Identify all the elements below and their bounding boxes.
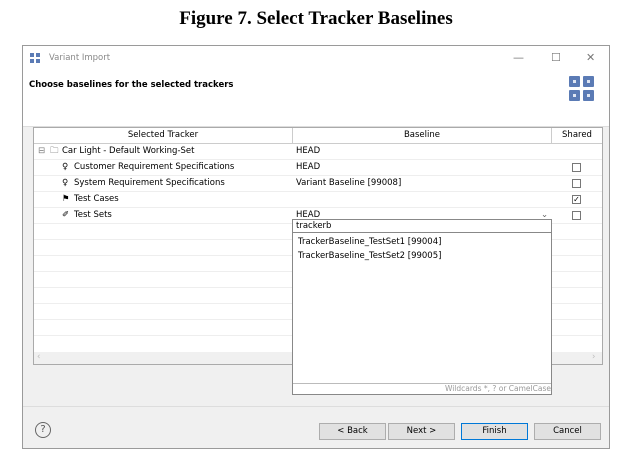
figure-title: Figure 7. Select Tracker Baselines: [179, 8, 453, 29]
filter-input[interactable]: trackerb: [293, 220, 551, 233]
flag-icon: ⚑: [62, 194, 70, 204]
title-bar: Variant Import — ☐ ✕: [23, 46, 609, 72]
lightbulb-icon: ♀: [62, 162, 69, 172]
wrench-icon: ✐: [62, 210, 70, 220]
app-icon: [30, 53, 40, 63]
lightbulb-icon: ♀: [62, 178, 69, 188]
shared-checkbox[interactable]: [572, 211, 581, 220]
help-button[interactable]: ?: [35, 422, 51, 438]
back-button[interactable]: < Back: [319, 423, 386, 440]
wizard-header: Choose baselines for the selected tracke…: [23, 72, 609, 127]
baseline-dropdown-popup: trackerb TrackerBaseline_TestSet1 [99004…: [292, 219, 552, 395]
scroll-left-icon[interactable]: ‹: [37, 352, 40, 362]
shared-checkbox[interactable]: [572, 179, 581, 188]
dropdown-option[interactable]: TrackerBaseline_TestSet1 [99004]: [298, 237, 441, 247]
table-row[interactable]: ♀ System Requirement Specifications Vari…: [34, 176, 602, 192]
dropdown-option[interactable]: TrackerBaseline_TestSet2 [99005]: [298, 251, 441, 261]
column-header-baseline[interactable]: Baseline: [293, 128, 552, 144]
page-title: Choose baselines for the selected tracke…: [29, 80, 234, 90]
cancel-button[interactable]: Cancel: [534, 423, 601, 440]
window-title: Variant Import: [49, 53, 111, 63]
baseline-value[interactable]: HEAD: [296, 160, 320, 175]
tracker-label: System Requirement Specifications: [74, 178, 225, 188]
tracker-label: Test Sets: [74, 210, 112, 220]
folder-icon: 🗀: [50, 146, 59, 156]
table-row[interactable]: ⊟ 🗀 Car Light - Default Working-Set HEAD: [34, 144, 602, 160]
tracker-label: Car Light - Default Working-Set: [62, 146, 195, 156]
baseline-value[interactable]: Variant Baseline [99008]: [296, 176, 401, 191]
column-header-shared[interactable]: Shared: [552, 128, 602, 144]
shared-checkbox-checked[interactable]: ✓: [572, 195, 581, 204]
tracker-label: Test Cases: [74, 194, 119, 204]
table-row[interactable]: ♀ Customer Requirement Specifications HE…: [34, 160, 602, 176]
close-button[interactable]: ✕: [586, 51, 595, 64]
maximize-button[interactable]: ☐: [551, 51, 561, 64]
variant-import-dialog: Variant Import — ☐ ✕ Choose baselines fo…: [22, 45, 610, 449]
filter-hint: Wildcards *, ? or CamelCase: [293, 383, 551, 394]
collapse-icon[interactable]: ⊟: [38, 144, 45, 159]
shared-checkbox[interactable]: [572, 163, 581, 172]
tracker-label: Customer Requirement Specifications: [74, 162, 235, 172]
scroll-right-icon[interactable]: ›: [592, 352, 595, 362]
minimize-button[interactable]: —: [513, 51, 524, 64]
baseline-value[interactable]: HEAD: [296, 144, 320, 159]
table-row[interactable]: ⚑ Test Cases ✓: [34, 192, 602, 208]
next-button[interactable]: Next >: [388, 423, 455, 440]
column-header-selected-tracker[interactable]: Selected Tracker: [34, 128, 293, 144]
wizard-banner-icon: [569, 76, 599, 106]
finish-button[interactable]: Finish: [461, 423, 528, 440]
